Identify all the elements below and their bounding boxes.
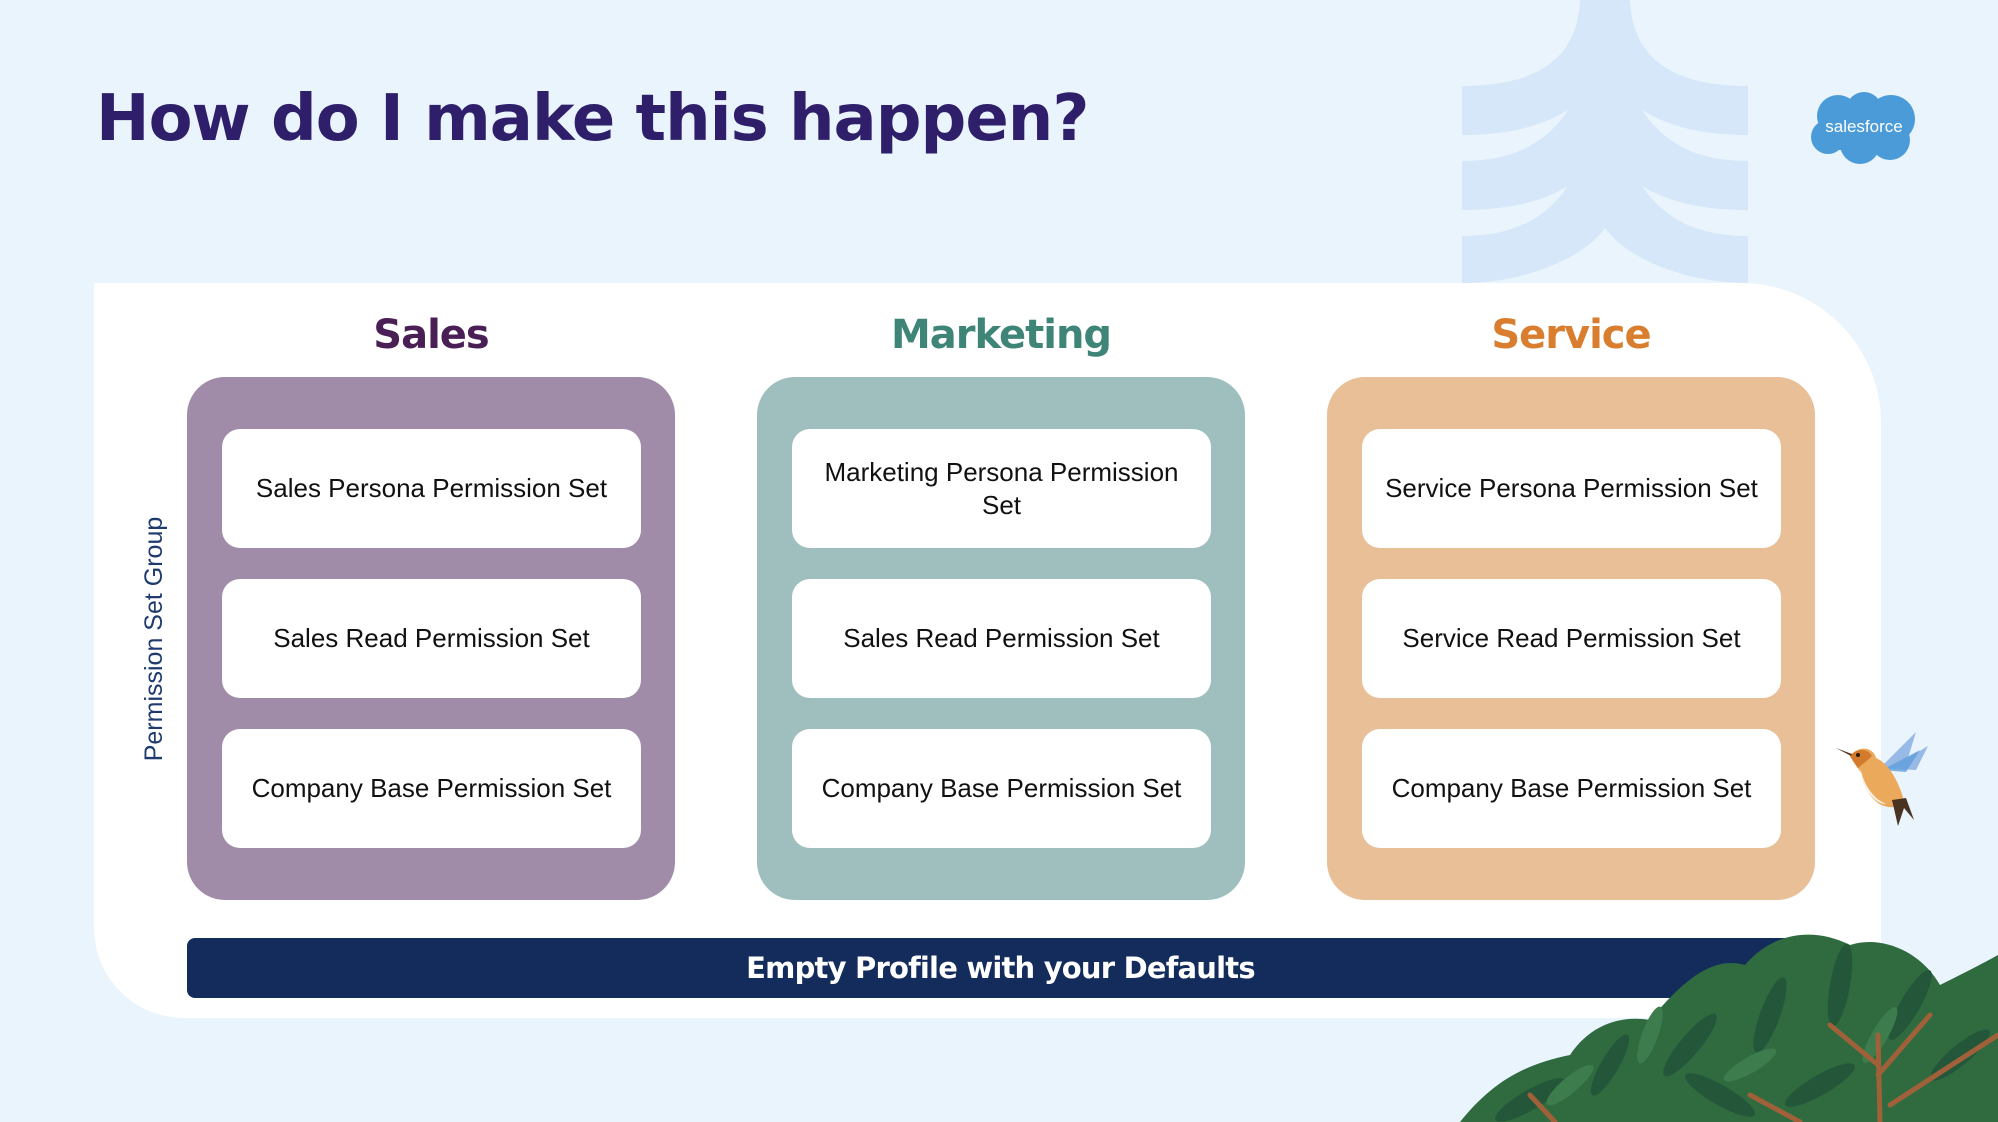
group-box-marketing: Marketing Persona Permission Set Sales R…	[757, 377, 1245, 900]
permission-set-card: Service Read Permission Set	[1362, 579, 1781, 698]
salesforce-logo-icon: salesforce	[1811, 92, 1915, 164]
group-box-sales: Sales Persona Permission Set Sales Read …	[187, 377, 675, 900]
hummingbird-icon	[1836, 732, 1928, 826]
slide-title: How do I make this happen?	[96, 82, 1089, 156]
group-box-service: Service Persona Permission Set Service R…	[1327, 377, 1815, 900]
permission-set-card: Sales Read Permission Set	[222, 579, 641, 698]
permission-set-card: Sales Persona Permission Set	[222, 429, 641, 548]
permission-set-card: Company Base Permission Set	[222, 729, 641, 848]
bush-illustration-icon	[1460, 934, 1998, 1122]
permission-set-card: Sales Read Permission Set	[792, 579, 1211, 698]
permission-set-card: Service Persona Permission Set	[1362, 429, 1781, 548]
column-heading-sales: Sales	[373, 312, 489, 358]
column-heading-marketing: Marketing	[890, 312, 1112, 358]
tree-watermark-icon	[1462, 0, 1748, 283]
permission-set-card: Company Base Permission Set	[792, 729, 1211, 848]
slide: How do I make this happen? salesforce Pe…	[0, 0, 1998, 1122]
permission-set-card: Marketing Persona Permission Set	[792, 429, 1211, 548]
column-heading-service: Service	[1491, 312, 1651, 358]
logo-text: salesforce	[1825, 117, 1902, 136]
permission-set-group-label: Permission Set Group	[140, 516, 168, 762]
permission-set-card: Company Base Permission Set	[1362, 729, 1781, 848]
